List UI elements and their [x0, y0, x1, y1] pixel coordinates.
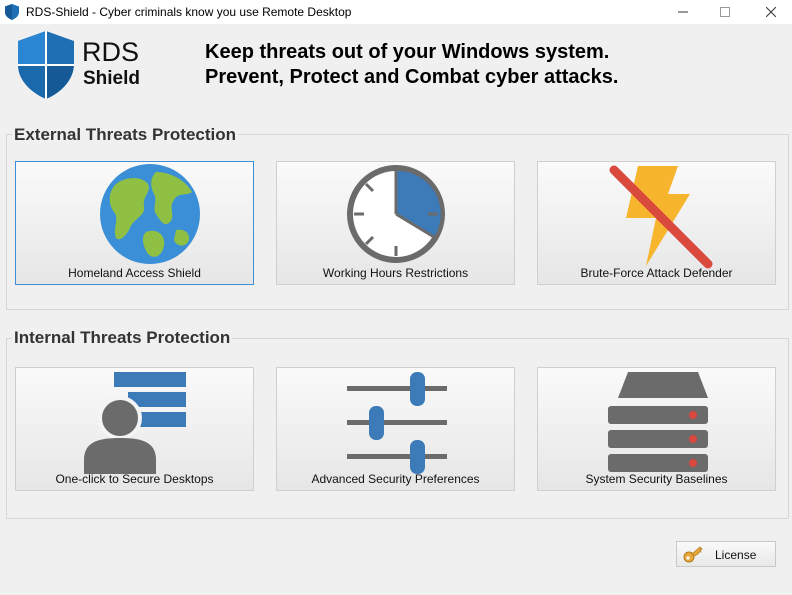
internal-threats-title: Internal Threats Protection	[12, 328, 233, 348]
tile-label: Working Hours Restrictions	[322, 266, 469, 280]
license-button[interactable]: License	[676, 541, 776, 567]
shield-logo-icon	[18, 31, 74, 99]
tile-advanced-security-preferences[interactable]: Advanced Security Preferences	[276, 367, 515, 491]
tile-working-hours-restrictions[interactable]: Working Hours Restrictions	[276, 161, 515, 285]
license-label: License	[715, 548, 757, 562]
close-button[interactable]	[748, 0, 792, 24]
tile-system-security-baselines[interactable]: System Security Baselines	[537, 367, 776, 491]
tile-label: System Security Baselines	[585, 472, 728, 486]
title-bar: RDS-Shield - Cyber criminals know you us…	[0, 0, 792, 24]
tile-label: One-click to Secure Desktops	[55, 472, 214, 486]
tile-brute-force-attack-defender[interactable]: Brute-Force Attack Defender	[537, 161, 776, 285]
close-icon	[766, 7, 776, 17]
maximize-button[interactable]	[702, 0, 748, 24]
tile-one-click-secure-desktops[interactable]: One-click to Secure Desktops	[15, 367, 254, 491]
maximize-icon	[720, 7, 730, 17]
minimize-button[interactable]	[660, 0, 706, 24]
window-title: RDS-Shield - Cyber criminals know you us…	[26, 5, 352, 19]
tile-homeland-access-shield[interactable]: Homeland Access Shield	[15, 161, 254, 285]
logo-rds-text: RDS	[82, 37, 140, 67]
key-icon	[683, 546, 703, 563]
external-threats-title: External Threats Protection	[12, 125, 239, 145]
minimize-icon	[678, 11, 688, 13]
tile-label: Homeland Access Shield	[68, 266, 201, 280]
tagline-line1: Keep threats out of your Windows system.	[205, 41, 610, 63]
tagline-line2: Prevent, Protect and Combat cyber attack…	[205, 66, 619, 88]
tile-label: Brute-Force Attack Defender	[580, 266, 733, 280]
logo-shield-text: Shield	[83, 68, 141, 89]
tile-label: Advanced Security Preferences	[311, 472, 480, 486]
shield-icon	[5, 4, 19, 20]
